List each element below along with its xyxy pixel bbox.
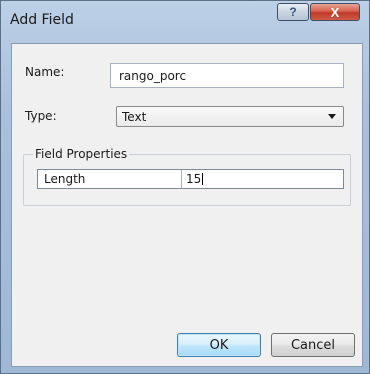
text-caret: [202, 173, 204, 185]
type-dropdown[interactable]: Text: [116, 106, 344, 127]
title-bar[interactable]: Add Field ? X: [1, 1, 369, 41]
help-button[interactable]: ?: [277, 3, 309, 21]
ok-button-label: OK: [209, 337, 229, 353]
field-properties-legend: Field Properties: [33, 147, 130, 161]
length-value: 15: [186, 172, 202, 186]
close-button[interactable]: X: [310, 3, 360, 21]
cancel-button[interactable]: Cancel: [271, 333, 355, 357]
field-properties-grid[interactable]: Length 15: [37, 169, 344, 189]
chevron-down-icon: [328, 114, 336, 119]
question-mark-icon: ?: [289, 5, 297, 19]
name-field-value: rango_porc: [119, 68, 187, 83]
property-name-cell: Length: [38, 170, 182, 188]
dialog-title: Add Field: [10, 12, 74, 28]
name-field[interactable]: rango_porc: [110, 63, 344, 88]
add-field-dialog: Add Field ? X Name: rango_porc Type: Tex…: [0, 0, 370, 374]
dialog-body: Name: rango_porc Type: Text Field Proper…: [11, 43, 363, 367]
length-value-cell[interactable]: 15: [182, 170, 343, 188]
ok-button[interactable]: OK: [177, 333, 261, 357]
close-icon: X: [330, 4, 340, 20]
name-label: Name:: [25, 65, 65, 79]
type-label: Type:: [25, 109, 57, 123]
cancel-button-label: Cancel: [290, 337, 336, 353]
type-dropdown-value: Text: [122, 109, 147, 124]
